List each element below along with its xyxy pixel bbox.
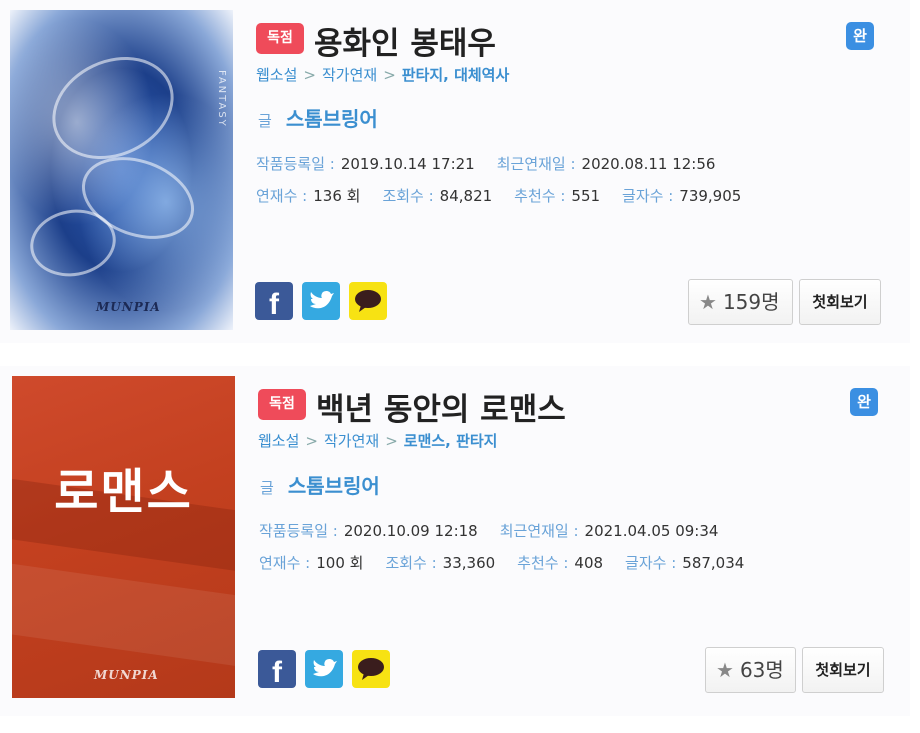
kakaotalk-share-button[interactable]	[349, 282, 387, 320]
favorite-count: 63명	[739, 658, 784, 682]
chars-value: 587,034	[682, 554, 745, 572]
views-label: 조회수 :	[382, 187, 434, 205]
exclusive-tag: 독점	[258, 389, 306, 420]
views-value: 33,360	[442, 554, 496, 572]
recommends-label: 추천수 :	[514, 187, 566, 205]
exclusive-tag: 독점	[256, 23, 304, 54]
novel-title[interactable]: 백년 동안의 로맨스	[316, 384, 566, 429]
cover-side-text: FANTASY	[216, 70, 227, 128]
breadcrumb-webnovel[interactable]: 웹소설	[258, 432, 299, 450]
stats-row: 연재수 : 100 회 조회수 : 33,360 추천수 : 408 글자수 : 587,03…	[259, 552, 766, 573]
chars-label: 글자수 :	[625, 554, 677, 572]
facebook-icon: f	[269, 288, 280, 320]
favorite-button[interactable]: ★ 63명	[705, 647, 796, 693]
novel-title[interactable]: 용화인 봉태우	[314, 18, 496, 63]
registered-label: 작품등록일 :	[256, 155, 335, 173]
first-episode-button[interactable]: 첫회보기	[799, 279, 881, 325]
author-row: 글 스톰브링어	[258, 103, 378, 132]
recommends-value: 551	[571, 187, 601, 205]
complete-badge: 완	[846, 22, 874, 50]
episodes-label: 연재수 :	[256, 187, 308, 205]
svg-text:f: f	[272, 656, 283, 688]
breadcrumb: 웹소설 > 작가연재 > 로맨스, 판타지	[258, 432, 498, 450]
facebook-icon: f	[272, 656, 283, 688]
breadcrumb: 웹소설 > 작가연재 > 판타지, 대체역사	[256, 66, 510, 84]
novel-cover-image[interactable]: FANTASY MUNPIA	[10, 10, 233, 330]
breadcrumb-genre[interactable]: 로맨스, 판타지	[404, 432, 498, 450]
kakaotalk-icon	[355, 290, 381, 312]
munpia-logo: MUNPIA	[94, 668, 159, 682]
facebook-share-button[interactable]: f	[258, 650, 296, 688]
stats-row: 연재수 : 136 회 조회수 : 84,821 추천수 : 551 글자수 : 739,90…	[256, 185, 763, 206]
svg-text:f: f	[269, 288, 280, 320]
chars-value: 739,905	[679, 187, 742, 205]
author-name[interactable]: 스톰브링어	[288, 474, 380, 498]
cover-title: 로맨스	[54, 464, 193, 520]
star-icon: ★	[699, 290, 717, 314]
twitter-share-button[interactable]	[302, 282, 340, 320]
novel-cover-image[interactable]: 로맨스 MUNPIA	[12, 376, 235, 698]
registered-date: 2020.10.09 12:18	[343, 522, 478, 540]
last-update-label: 최근연재일 :	[499, 522, 579, 540]
complete-badge: 완	[850, 388, 878, 416]
star-icon: ★	[716, 658, 734, 682]
breadcrumb-author-serial[interactable]: 작가연재	[322, 66, 377, 84]
recommends-label: 추천수 :	[517, 554, 569, 572]
chars-label: 글자수 :	[622, 187, 674, 205]
facebook-share-button[interactable]: f	[255, 282, 293, 320]
last-update-date: 2021.04.05 09:34	[584, 522, 719, 540]
author-row: 글 스톰브링어	[260, 470, 380, 499]
twitter-icon	[313, 658, 337, 677]
breadcrumb-author-serial[interactable]: 작가연재	[324, 432, 379, 450]
author-label: 글	[260, 479, 274, 497]
registered-date: 2019.10.14 17:21	[340, 155, 475, 173]
kakaotalk-share-button[interactable]	[352, 650, 390, 688]
episodes-label: 연재수 :	[259, 554, 311, 572]
kakaotalk-icon	[358, 658, 384, 680]
date-row: 작품등록일 : 2019.10.14 17:21 최근연재일 : 2020.08.11…	[256, 153, 737, 174]
first-episode-button[interactable]: 첫회보기	[802, 647, 884, 693]
episodes-value: 136 회	[313, 187, 361, 205]
last-update-date: 2020.08.11 12:56	[581, 155, 716, 173]
registered-label: 작품등록일 :	[259, 522, 338, 540]
episodes-value: 100 회	[316, 554, 364, 572]
author-label: 글	[258, 112, 272, 130]
twitter-icon	[310, 290, 334, 309]
views-value: 84,821	[439, 187, 493, 205]
favorite-count: 159명	[722, 290, 780, 314]
munpia-logo: MUNPIA	[96, 300, 161, 314]
twitter-share-button[interactable]	[305, 650, 343, 688]
recommends-value: 408	[574, 554, 604, 572]
breadcrumb-genre[interactable]: 판타지, 대체역사	[402, 66, 510, 84]
date-row: 작품등록일 : 2020.10.09 12:18 최근연재일 : 2021.04.05…	[259, 520, 740, 541]
last-update-label: 최근연재일 :	[496, 155, 576, 173]
views-label: 조회수 :	[385, 554, 437, 572]
author-name[interactable]: 스톰브링어	[286, 107, 378, 131]
favorite-button[interactable]: ★ 159명	[688, 279, 793, 325]
breadcrumb-webnovel[interactable]: 웹소설	[256, 66, 297, 84]
